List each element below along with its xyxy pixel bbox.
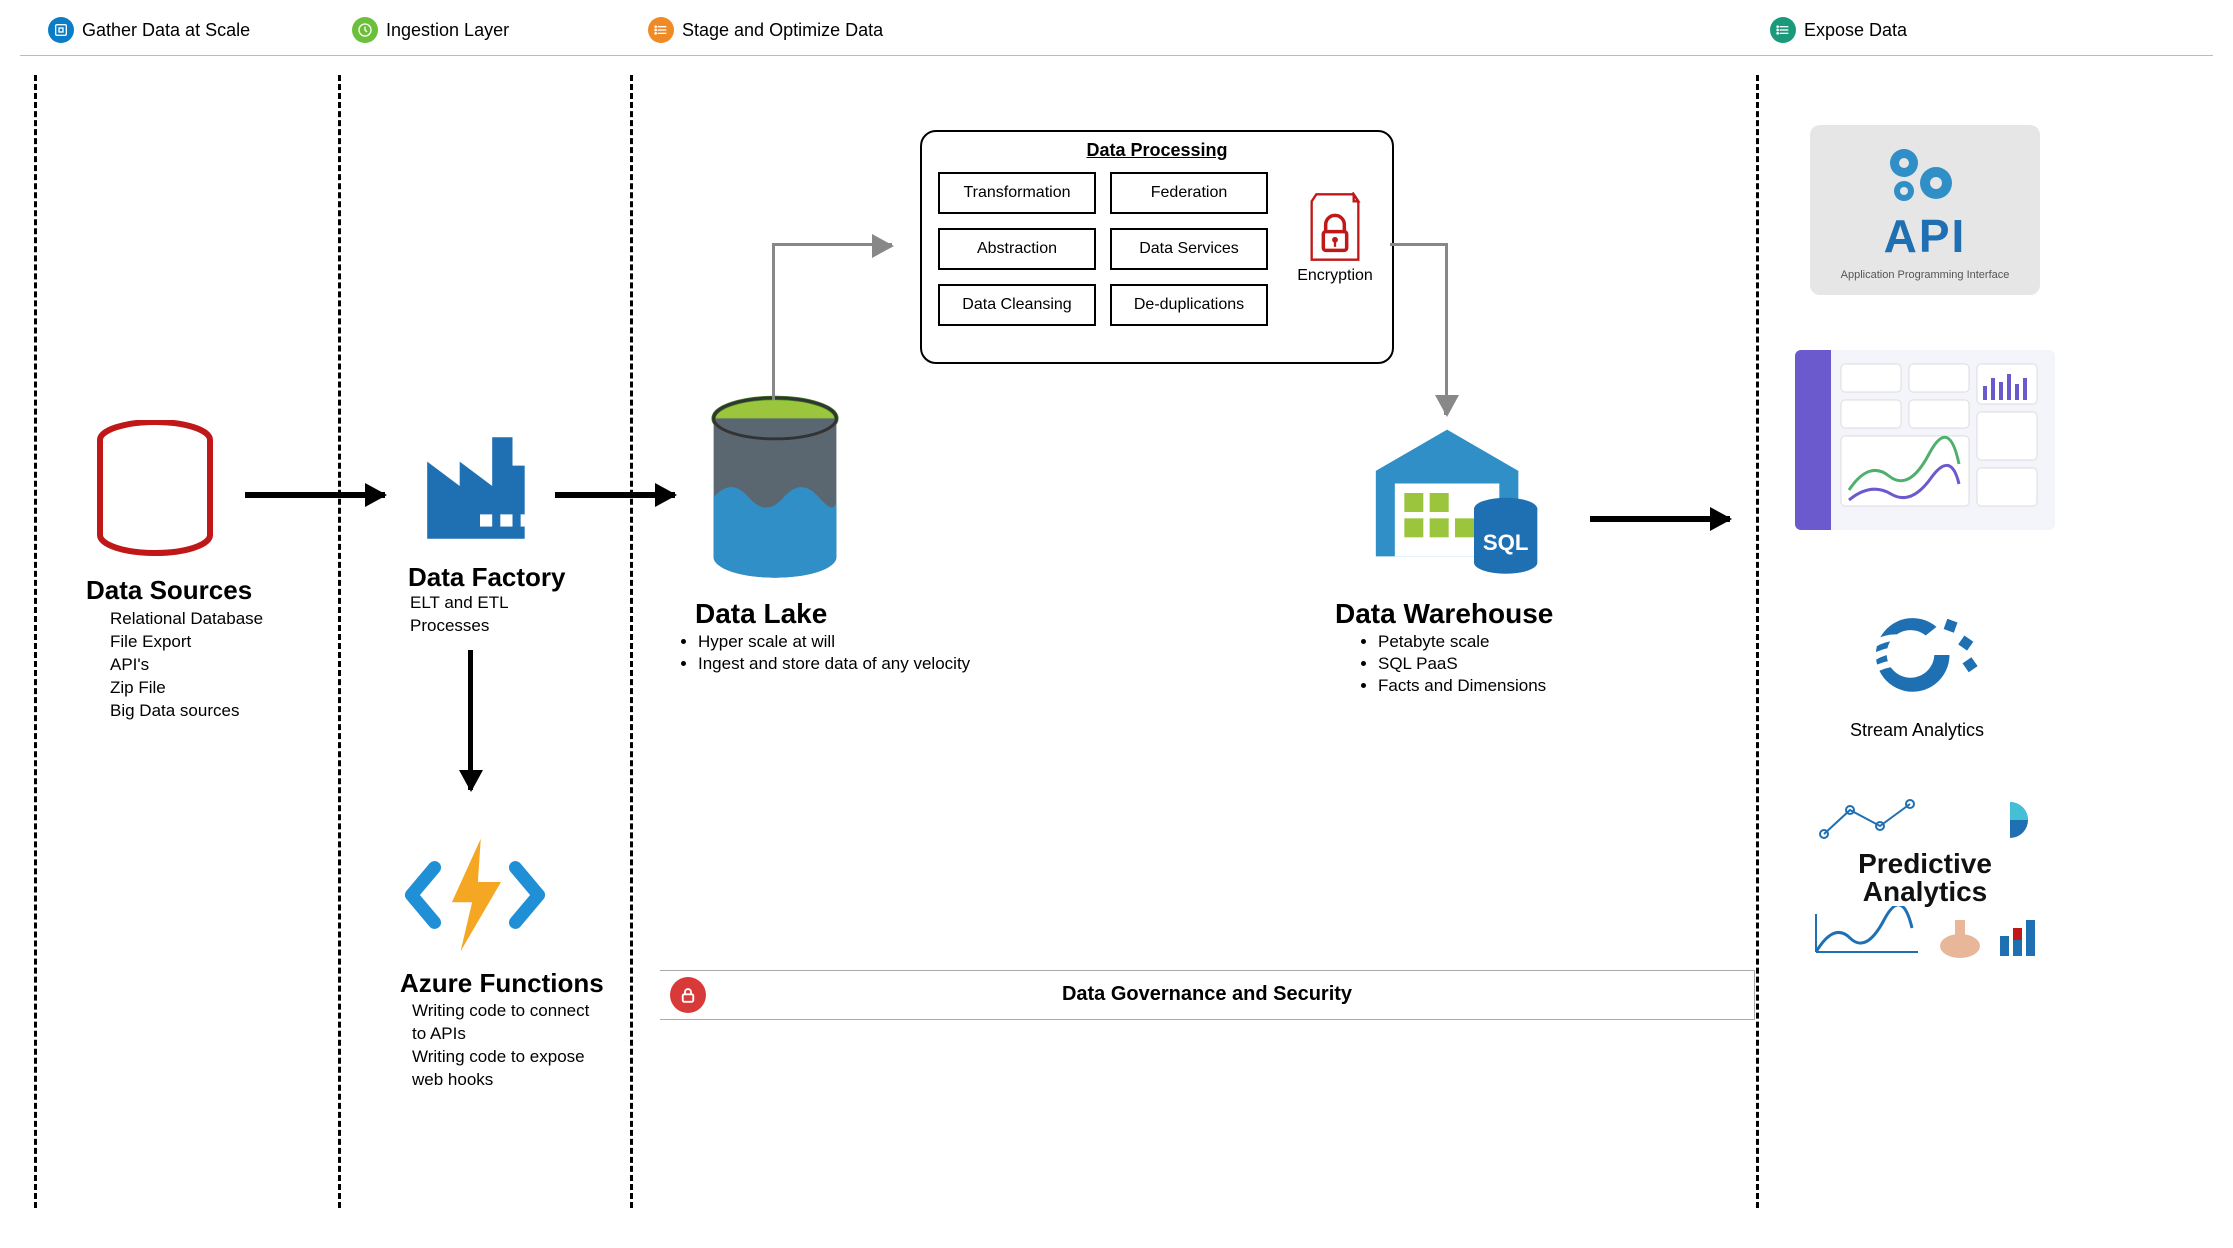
processing-cell: Transformation bbox=[938, 172, 1096, 214]
lane-header-expose: Expose Data bbox=[1770, 10, 1907, 50]
expose-icon bbox=[1770, 17, 1796, 43]
governance-bar: Data Governance and Security bbox=[660, 970, 1755, 1020]
arrow-warehouse-to-expose bbox=[1590, 516, 1730, 522]
data-lake-icon bbox=[700, 395, 850, 585]
node-data-factory bbox=[415, 425, 545, 560]
svg-text:SQL: SQL bbox=[1483, 530, 1529, 555]
expose-dashboard bbox=[1795, 350, 2055, 530]
lane-divider bbox=[34, 75, 37, 1208]
lane-header-ingest: Ingestion Layer bbox=[352, 10, 509, 50]
lane-label: Gather Data at Scale bbox=[82, 20, 250, 41]
factory-icon bbox=[415, 425, 545, 555]
node-title: Data Factory bbox=[408, 562, 566, 593]
stream-analytics-label: Stream Analytics bbox=[1850, 720, 1984, 741]
encryption-block: Encryption bbox=[1296, 192, 1374, 285]
predictive-label-1: Predictive bbox=[1858, 850, 1992, 878]
encryption-lock-icon bbox=[1307, 192, 1363, 262]
stream-analytics-icon bbox=[1852, 600, 1982, 710]
node-subtitle: ELT and ETL Processes bbox=[410, 592, 560, 638]
lane-header-stage: Stage and Optimize Data bbox=[648, 10, 883, 50]
data-lake-bullets: Hyper scale at will Ingest and store dat… bbox=[680, 630, 1058, 676]
node-title: Data Warehouse bbox=[1335, 598, 1553, 630]
api-title: API bbox=[1884, 209, 1967, 263]
arrow-sources-to-factory bbox=[245, 492, 385, 498]
lane-divider bbox=[1756, 75, 1759, 1208]
connector-lake-up bbox=[772, 245, 775, 400]
data-warehouse-icon: SQL bbox=[1360, 420, 1550, 585]
dashboard-icon bbox=[1795, 350, 2055, 530]
ingest-icon bbox=[352, 17, 378, 43]
arrow-factory-to-functions bbox=[468, 650, 473, 790]
node-data-warehouse: SQL bbox=[1360, 420, 1550, 590]
node-title: Azure Functions bbox=[400, 968, 604, 999]
architecture-diagram: Gather Data at Scale Ingestion Layer Sta… bbox=[0, 0, 2233, 1248]
connector-processing-down bbox=[1445, 243, 1448, 398]
panel-data-processing: Data Processing Transformation Federatio… bbox=[920, 130, 1394, 364]
gears-icon bbox=[1880, 139, 1970, 209]
node-azure-functions bbox=[400, 830, 550, 965]
node-data-sources bbox=[90, 420, 220, 575]
header-divider bbox=[20, 55, 2213, 56]
pa-top-icons bbox=[1810, 790, 2040, 850]
processing-cell: Federation bbox=[1110, 172, 1268, 214]
pa-bottom-icons bbox=[1810, 906, 2040, 966]
governance-label: Data Governance and Security bbox=[660, 983, 1754, 1006]
azure-functions-icon bbox=[400, 830, 550, 960]
data-sources-items: Relational Database File Export API's Zi… bbox=[110, 608, 263, 723]
processing-cell: Data Cleansing bbox=[938, 284, 1096, 326]
gather-icon bbox=[48, 17, 74, 43]
stage-icon bbox=[648, 17, 674, 43]
node-title: Data Lake bbox=[695, 598, 827, 630]
processing-cell: Abstraction bbox=[938, 228, 1096, 270]
processing-cell: De-duplications bbox=[1110, 284, 1268, 326]
node-data-lake bbox=[700, 395, 850, 590]
lane-label: Ingestion Layer bbox=[386, 20, 509, 41]
encryption-label: Encryption bbox=[1296, 267, 1374, 285]
expose-predictive-analytics: Predictive Analytics bbox=[1805, 790, 2045, 966]
panel-title: Data Processing bbox=[922, 140, 1392, 161]
lane-header-gather: Gather Data at Scale bbox=[48, 10, 250, 50]
api-card: API Application Programming Interface bbox=[1810, 125, 2040, 295]
data-warehouse-bullets: Petabyte scale SQL PaaS Facts and Dimens… bbox=[1360, 630, 1638, 698]
processing-cell: Data Services bbox=[1110, 228, 1268, 270]
lane-divider bbox=[338, 75, 341, 1208]
node-title: Data Sources bbox=[86, 575, 252, 606]
expose-api: API Application Programming Interface bbox=[1810, 125, 2040, 295]
azure-functions-desc: Writing code to connect to APIs Writing … bbox=[412, 1000, 602, 1092]
lane-divider bbox=[630, 75, 633, 1208]
database-icon bbox=[90, 420, 220, 570]
api-subtitle: Application Programming Interface bbox=[1841, 269, 2010, 281]
expose-stream-analytics: Stream Analytics bbox=[1850, 600, 1984, 741]
connector-processing-right bbox=[1390, 243, 1448, 246]
lane-label: Expose Data bbox=[1804, 20, 1907, 41]
lane-label: Stage and Optimize Data bbox=[682, 20, 883, 41]
processing-grid: Transformation Federation Abstraction Da… bbox=[938, 172, 1268, 326]
arrow-factory-to-lake bbox=[555, 492, 675, 498]
arrow-lake-to-processing bbox=[772, 243, 892, 246]
predictive-label-2: Analytics bbox=[1863, 878, 1988, 906]
arrow-processing-to-warehouse bbox=[1444, 395, 1447, 415]
